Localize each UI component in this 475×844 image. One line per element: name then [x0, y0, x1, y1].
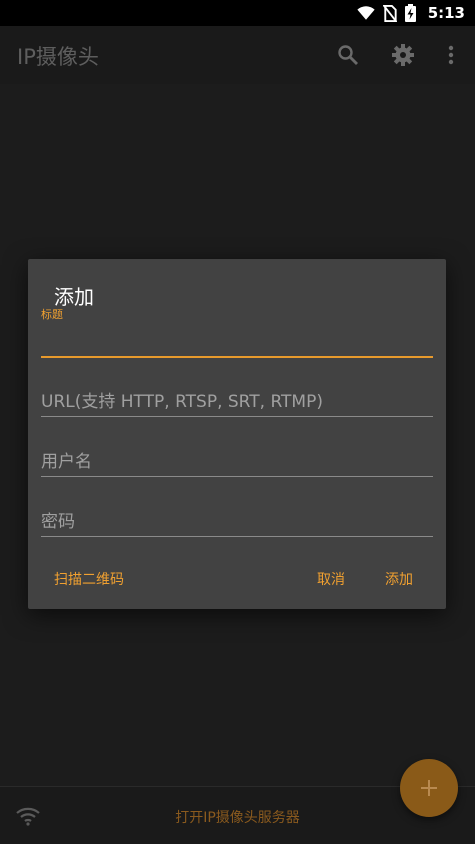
more-vert-icon[interactable] [439, 43, 463, 67]
url-input[interactable]: URL(支持 HTTP, RTSP, SRT, RTMP) [41, 383, 433, 417]
app-title: IP摄像头 [17, 45, 99, 69]
wifi-status-icon [357, 6, 375, 20]
password-input-placeholder: 密码 [41, 512, 75, 532]
username-input[interactable]: 用户名 [41, 443, 433, 477]
search-icon[interactable] [336, 43, 360, 67]
add-fab[interactable] [400, 759, 458, 817]
status-time: 5:13 [427, 4, 465, 22]
app-bar: IP摄像头 [0, 26, 475, 84]
title-input[interactable] [41, 323, 433, 358]
scan-qr-button[interactable]: 扫描二维码 [54, 569, 124, 589]
plus-icon [421, 780, 437, 796]
url-input-placeholder: URL(支持 HTTP, RTSP, SRT, RTMP) [41, 392, 323, 412]
add-camera-dialog: 添加 标题 URL(支持 HTTP, RTSP, SRT, RTMP) 用户名 … [28, 259, 446, 609]
username-input-placeholder: 用户名 [41, 452, 92, 472]
battery-charging-icon [404, 4, 416, 22]
gear-icon[interactable] [391, 43, 415, 67]
cancel-button[interactable]: 取消 [317, 569, 345, 589]
no-sim-icon [382, 4, 397, 22]
add-button[interactable]: 添加 [385, 569, 413, 589]
status-bar: 5:13 [0, 0, 475, 26]
start-server-button[interactable]: 打开IP摄像头服务器 [0, 807, 475, 827]
title-field-label: 标题 [41, 308, 63, 321]
password-input[interactable]: 密码 [41, 503, 433, 537]
